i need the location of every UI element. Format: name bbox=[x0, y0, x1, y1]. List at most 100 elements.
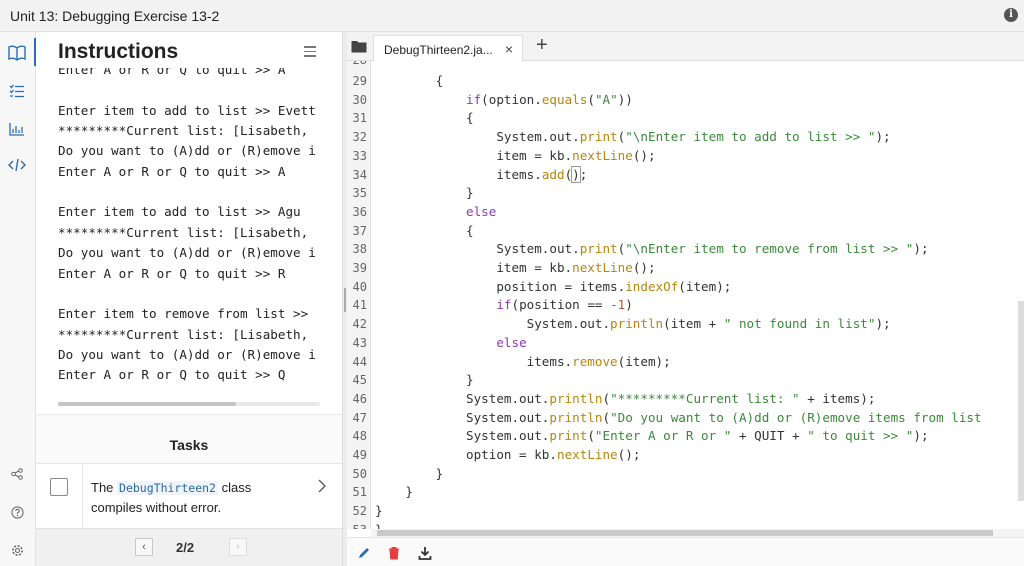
pager: ‹ 2/2 › bbox=[36, 528, 342, 566]
scrollbar-thumb[interactable] bbox=[377, 530, 993, 536]
code-token: print bbox=[579, 241, 618, 257]
window-title: Unit 13: Debugging Exercise 13-2 bbox=[10, 7, 220, 24]
line-number: 31 bbox=[352, 111, 367, 126]
console-horizontal-scrollbar[interactable] bbox=[58, 402, 320, 406]
console-line: Do you want to (A)dd or (R)emove i bbox=[58, 143, 316, 159]
code-token: System.out. bbox=[375, 129, 580, 145]
code-line[interactable]: { bbox=[375, 73, 444, 88]
code-token: " to quit >> " bbox=[807, 428, 914, 444]
code-area[interactable]: 28 29 30 31 32 33 34 35 36 37 38 39 40 41 42 43 44 45 46 47… bbox=[347, 61, 1024, 529]
close-icon[interactable]: × bbox=[505, 41, 513, 57]
code-token: remove bbox=[572, 353, 618, 369]
code-token: indexOf bbox=[625, 278, 679, 294]
code-token: } bbox=[375, 372, 474, 388]
settings-icon[interactable] bbox=[6, 539, 28, 561]
code-token: nextLine bbox=[556, 447, 618, 462]
code-token: equals bbox=[541, 91, 588, 107]
code-token: nextLine bbox=[572, 147, 633, 163]
code-line[interactable]: System.out.print("\nEnter item to remove… bbox=[375, 241, 928, 257]
line-number: 39 bbox=[352, 261, 367, 275]
code-line[interactable]: System.out.print("\nEnter item to add to… bbox=[375, 129, 890, 145]
line-number: 53 bbox=[347, 523, 367, 529]
code-token: nextLine bbox=[572, 260, 633, 275]
icon-rail bbox=[0, 32, 36, 566]
code-token: ( bbox=[602, 409, 611, 425]
tab-debugthirteen2[interactable]: DebugThirteen2.ja... × bbox=[373, 35, 523, 62]
code-line[interactable]: items.remove(item); bbox=[375, 354, 671, 369]
book-icon[interactable] bbox=[6, 38, 36, 66]
line-number: 37 bbox=[352, 223, 367, 238]
hamburger-menu-icon[interactable] bbox=[304, 46, 316, 60]
code-line[interactable]: System.out.println("Do you want to (A)dd… bbox=[375, 410, 982, 425]
console-line: *********Current list: [Lisabeth, bbox=[58, 123, 309, 139]
task-text: The DebugThirteen2 class compiles withou… bbox=[91, 478, 291, 518]
code-line[interactable]: items.add(); bbox=[375, 165, 587, 183]
code-icon[interactable] bbox=[6, 154, 28, 176]
code-line[interactable]: { bbox=[375, 110, 474, 125]
console-line: Enter item to remove from list >> bbox=[58, 306, 309, 322]
instructions-panel: Instructions Enter A or R or Q to quit >… bbox=[36, 32, 342, 566]
task-item[interactable]: The DebugThirteen2 class compiles withou… bbox=[36, 463, 342, 528]
code-token: (option. bbox=[481, 91, 542, 107]
new-tab-button[interactable]: + bbox=[536, 34, 548, 57]
code-token: if bbox=[466, 91, 482, 107]
line-number: 29 bbox=[352, 74, 367, 88]
code-token: println bbox=[610, 316, 664, 332]
task-prefix: The bbox=[91, 480, 114, 495]
trash-icon[interactable] bbox=[387, 546, 401, 560]
code-line[interactable]: } bbox=[375, 185, 474, 200]
info-icon[interactable]: i bbox=[1004, 8, 1018, 22]
code-line[interactable]: } bbox=[375, 466, 444, 481]
chart-icon[interactable] bbox=[6, 118, 28, 140]
folder-icon[interactable] bbox=[351, 40, 367, 58]
next-page-button[interactable]: › bbox=[229, 538, 247, 556]
code-token: (); bbox=[617, 447, 641, 462]
checklist-icon[interactable] bbox=[6, 80, 28, 102]
editor-vertical-scrollbar[interactable] bbox=[1018, 61, 1024, 529]
line-number: 48 bbox=[352, 429, 367, 444]
scrollbar-thumb[interactable] bbox=[58, 402, 236, 406]
code-token: "*********Current list: " bbox=[610, 390, 800, 406]
task-divider bbox=[82, 464, 83, 528]
tasks-heading: Tasks bbox=[169, 437, 209, 453]
line-number: 41 bbox=[352, 298, 367, 313]
code-line[interactable]: if(option.equals("A")) bbox=[375, 92, 633, 107]
code-line[interactable]: option = kb.nextLine(); bbox=[375, 447, 640, 462]
scrollbar-thumb[interactable] bbox=[1018, 301, 1024, 501]
pencil-icon[interactable] bbox=[357, 546, 371, 560]
prev-page-button[interactable]: ‹ bbox=[135, 538, 153, 556]
code-line[interactable]: System.out.print("Enter A or R or " + QU… bbox=[375, 428, 929, 443]
code-line[interactable]: position = items.indexOf(item); bbox=[375, 279, 731, 294]
download-icon[interactable] bbox=[418, 546, 432, 560]
code-line[interactable]: System.out.println("*********Current lis… bbox=[375, 391, 875, 406]
code-line[interactable]: } bbox=[375, 503, 383, 518]
code-line[interactable]: } bbox=[375, 372, 474, 387]
code-token: option = kb. bbox=[375, 447, 557, 462]
code-line[interactable]: if(position == -1) bbox=[375, 297, 633, 312]
code-token: ( bbox=[587, 428, 595, 444]
code-token: ) bbox=[625, 297, 633, 313]
task-checkbox[interactable] bbox=[50, 478, 68, 496]
code-line[interactable]: { bbox=[375, 223, 474, 238]
code-line[interactable]: else bbox=[375, 335, 526, 350]
task-line2: compiles without error. bbox=[91, 500, 222, 515]
code-token: (); bbox=[632, 147, 656, 163]
code-token: -1 bbox=[610, 297, 626, 313]
code-line[interactable]: System.out.println(item + " not found in… bbox=[375, 316, 891, 331]
code-line[interactable]: item = kb.nextLine(); bbox=[375, 147, 656, 163]
line-number: 36 bbox=[352, 204, 367, 219]
code-line[interactable]: item = kb.nextLine(); bbox=[375, 260, 655, 275]
editor-horizontal-scrollbar[interactable] bbox=[371, 529, 1024, 537]
title-bar: Unit 13: Debugging Exercise 13-2 i bbox=[0, 0, 1024, 32]
code-line[interactable]: else bbox=[375, 204, 496, 219]
chevron-right-icon[interactable] bbox=[318, 479, 326, 498]
help-icon[interactable] bbox=[6, 501, 28, 523]
code-line[interactable]: } bbox=[375, 522, 383, 529]
line-number: 28 bbox=[347, 61, 367, 67]
line-number: 33 bbox=[352, 148, 367, 163]
share-icon[interactable] bbox=[6, 463, 28, 485]
resize-grip[interactable] bbox=[344, 288, 346, 312]
code-token: System.out. bbox=[375, 428, 550, 444]
code-line[interactable]: } bbox=[375, 484, 413, 499]
